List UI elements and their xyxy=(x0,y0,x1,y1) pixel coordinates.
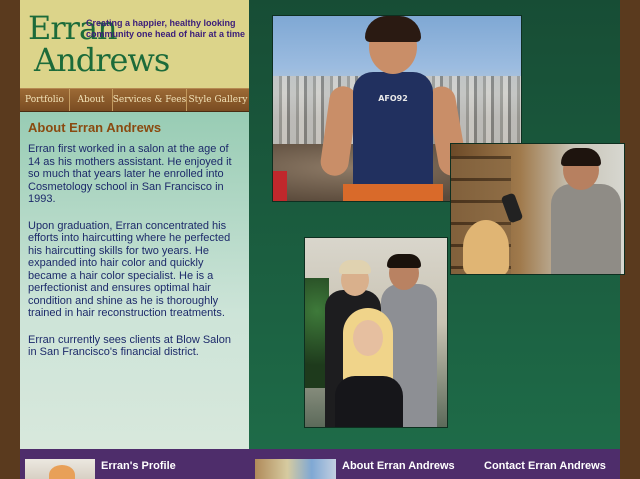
photo-salon-blowdry xyxy=(450,143,625,275)
photo-panel: AFO92 xyxy=(249,0,625,449)
profile-thumbnail[interactable] xyxy=(25,459,95,479)
client-hair xyxy=(463,220,509,274)
shirt-text: AFO92 xyxy=(378,94,408,103)
woman-hair xyxy=(339,260,371,274)
content-paragraph: Erran currently sees clients at Blow Sal… xyxy=(28,333,231,359)
stylist-hair xyxy=(561,148,601,166)
page-frame: Erran Andrews Creating a happier, health… xyxy=(20,0,625,479)
footer-link-profile[interactable]: Erran's Profile xyxy=(101,460,176,472)
shorts xyxy=(343,184,443,201)
nav-about[interactable]: About xyxy=(70,89,113,111)
content-title: About Erran Andrews xyxy=(28,120,162,135)
stylist-body xyxy=(551,184,621,274)
nav-style-gallery[interactable]: Style Gallery xyxy=(187,89,249,111)
about-thumbnail[interactable] xyxy=(255,459,336,479)
main-nav: Portfolio About Services & Fees Style Ga… xyxy=(20,88,249,112)
left-column: Erran Andrews Creating a happier, health… xyxy=(20,0,249,449)
blonde-head xyxy=(353,320,383,356)
man-hair xyxy=(387,254,421,268)
hair xyxy=(365,16,421,42)
site-tagline: Creating a happier, healthy looking comm… xyxy=(86,18,246,39)
footer-bar: Erran's Profile About Erran Andrews Cont… xyxy=(20,449,620,479)
nav-services-fees[interactable]: Services & Fees xyxy=(113,89,187,111)
photo-group-clients xyxy=(304,237,448,428)
logo-text-last: Andrews xyxy=(34,41,170,79)
thumb-figure xyxy=(49,465,75,479)
nav-portfolio[interactable]: Portfolio xyxy=(20,89,70,111)
content-paragraph: Erran first worked in a salon at the age… xyxy=(28,143,232,205)
content-paragraph: Upon graduation, Erran concentrated his … xyxy=(28,219,231,320)
site-header: Erran Andrews Creating a happier, health… xyxy=(20,0,249,88)
footer-link-contact[interactable]: Contact Erran Andrews xyxy=(484,460,606,472)
tank-top: AFO92 xyxy=(353,72,433,192)
about-content: About Erran Andrews Erran first worked i… xyxy=(20,112,249,449)
blonde-body xyxy=(335,376,403,427)
red-bag xyxy=(273,171,287,201)
footer-link-about[interactable]: About Erran Andrews xyxy=(342,460,455,472)
